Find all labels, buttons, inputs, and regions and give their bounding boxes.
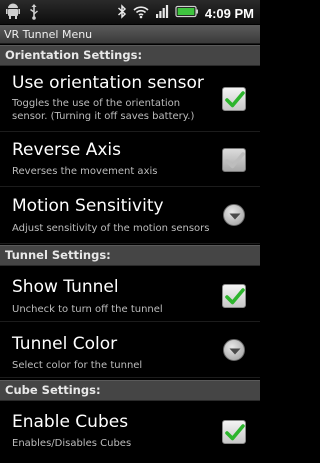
pref-title: Use orientation sensor	[12, 73, 204, 93]
checkmark-icon	[225, 288, 245, 305]
show-tunnel-checkbox[interactable]	[222, 284, 246, 308]
pref-title: Motion Sensitivity	[12, 196, 164, 216]
pref-title: Enable Cubes	[12, 412, 129, 432]
checkmark-icon	[225, 424, 245, 441]
section-header-tunnel: Tunnel Settings:	[0, 245, 260, 266]
checkmark-icon	[225, 91, 245, 108]
use-orientation-checkbox[interactable]	[222, 87, 246, 111]
pref-show-tunnel[interactable]: Show Tunnel Uncheck to turn off the tunn…	[0, 266, 260, 322]
usb-icon	[28, 3, 40, 24]
wifi-icon	[133, 3, 149, 24]
chevron-down-icon	[229, 213, 241, 220]
pref-title: Tunnel Color	[12, 334, 118, 354]
pref-summary: Reverses the movement axis	[12, 166, 158, 177]
android-icon	[5, 3, 21, 24]
pref-summary: Uncheck to turn off the tunnel	[12, 304, 163, 315]
bluetooth-icon	[117, 3, 127, 24]
pref-summary: Toggles the use of the orientation senso…	[12, 98, 195, 122]
section-header-orientation: Orientation Settings:	[0, 45, 260, 66]
clock-time: 4:09	[204, 5, 231, 21]
enable-cubes-checkbox[interactable]	[222, 420, 246, 444]
pref-tunnel-color[interactable]: Tunnel Color Select color for the tunnel	[0, 322, 260, 378]
checkmark-icon	[225, 152, 245, 169]
pref-motion-sensitivity[interactable]: Motion Sensitivity Adjust sensitivity of…	[0, 187, 260, 244]
window-title: VR Tunnel Menu	[0, 25, 260, 44]
section-header-cube: Cube Settings:	[0, 380, 260, 401]
pref-reverse-axis[interactable]: Reverse Axis Reverses the movement axis	[0, 132, 260, 187]
pref-title: Show Tunnel	[12, 277, 119, 297]
pref-summary: Adjust sensitivity of the motion sensors	[12, 223, 210, 234]
pref-enable-cubes[interactable]: Enable Cubes Enables/Disables Cubes	[0, 401, 260, 463]
clock-ampm: PM	[234, 5, 255, 21]
tunnel-color-dropdown[interactable]	[223, 339, 245, 361]
clock: 4:09 PM	[205, 5, 254, 23]
pref-summary: Select color for the tunnel	[12, 360, 143, 371]
pref-use-orientation-sensor[interactable]: Use orientation sensor Toggles the use o…	[0, 66, 260, 132]
motion-sensitivity-dropdown[interactable]	[223, 204, 245, 226]
battery-icon	[175, 3, 199, 24]
reverse-axis-checkbox[interactable]	[222, 148, 246, 172]
pref-summary: Enables/Disables Cubes	[12, 438, 132, 449]
chevron-down-icon	[229, 348, 241, 355]
pref-title: Reverse Axis	[12, 140, 122, 160]
signal-icon	[155, 3, 169, 24]
status-bar: 4:09 PM	[0, 0, 260, 25]
